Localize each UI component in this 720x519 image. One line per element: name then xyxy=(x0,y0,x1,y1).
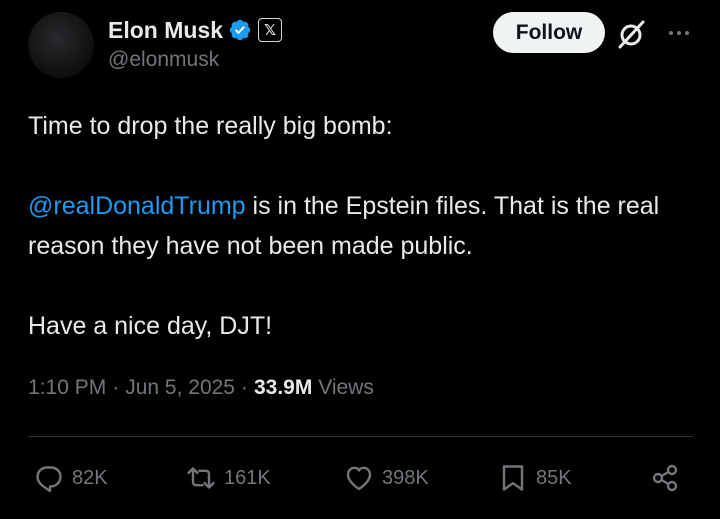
tweet-line-1: Time to drop the really big bomb: xyxy=(28,112,393,140)
tweet-header: Elon Musk 𝕏 @elonmusk Follow xyxy=(28,12,698,82)
repost-count: 161K xyxy=(224,466,271,489)
bookmark-count: 85K xyxy=(536,466,572,489)
share-icon xyxy=(652,464,678,492)
bookmark-button[interactable]: 85K xyxy=(498,458,572,498)
action-bar: 82K 161K 398K 85K xyxy=(28,458,698,498)
views-count: 33.9M xyxy=(253,376,313,399)
like-count: 398K xyxy=(382,466,429,489)
views-label-text: Views xyxy=(318,376,374,399)
tweet-time[interactable]: 1:10 PM xyxy=(28,376,106,400)
tweet-line-3: Have a nice day, DJT! xyxy=(28,312,273,340)
tweet-meta: 1:10 PM · Jun 5, 2025 · 33.9M Views xyxy=(28,376,374,400)
x-affiliate-badge-icon[interactable]: 𝕏 xyxy=(258,18,283,42)
author-handle[interactable]: @elonmusk xyxy=(108,48,219,72)
views-label: Views xyxy=(312,376,374,400)
share-button[interactable] xyxy=(650,458,680,498)
tweet-line-2: @realDonaldTrump is in the Epstein files… xyxy=(28,186,698,266)
repost-icon xyxy=(187,467,215,489)
more-options-icon[interactable] xyxy=(664,18,694,48)
reply-button[interactable]: 82K xyxy=(34,458,108,498)
grok-icon[interactable] xyxy=(616,18,648,50)
divider xyxy=(28,436,693,437)
repost-button[interactable]: 161K xyxy=(186,458,271,498)
tweet-date[interactable]: Jun 5, 2025 xyxy=(125,376,235,400)
tweet-text: Time to drop the really big bomb: @realD… xyxy=(28,106,698,346)
meta-separator: · xyxy=(240,376,248,399)
avatar[interactable] xyxy=(28,12,94,78)
like-button[interactable]: 398K xyxy=(344,458,429,498)
verified-badge-icon[interactable] xyxy=(228,18,252,42)
author-name-row: Elon Musk 𝕏 xyxy=(108,14,283,46)
mention-link[interactable]: @realDonaldTrump xyxy=(28,192,246,220)
reply-count: 82K xyxy=(72,466,108,489)
bookmark-icon xyxy=(502,465,524,491)
follow-button[interactable]: Follow xyxy=(493,12,605,53)
meta-separator: · xyxy=(112,376,120,399)
author-display-name[interactable]: Elon Musk xyxy=(108,17,223,44)
heart-icon xyxy=(346,466,372,491)
reply-icon xyxy=(36,466,62,493)
